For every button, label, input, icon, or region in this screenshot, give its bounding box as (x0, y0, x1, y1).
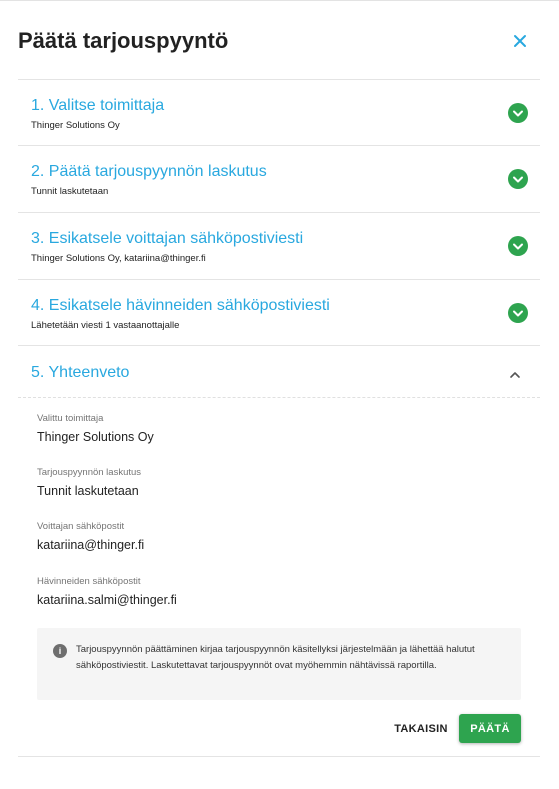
step-subtitle: Tunnit laskutetaan (31, 186, 109, 197)
dialog-header: Päätä tarjouspyyntö (18, 28, 541, 58)
wizard-steps: 1. Valitse toimittaja Thinger Solutions … (18, 79, 540, 346)
check-circle-icon (508, 169, 528, 189)
summary-divider (18, 397, 540, 398)
info-box: i Tarjouspyynnön päättäminen kirjaa tarj… (37, 628, 521, 700)
back-button[interactable]: TAKAISIN (389, 718, 453, 740)
field-value: Tunnit laskutetaan (37, 484, 139, 498)
info-text: Tarjouspyynnön päättäminen kirjaa tarjou… (76, 644, 475, 671)
step-subtitle: Thinger Solutions Oy, katariina@thinger.… (31, 253, 206, 264)
step-title: 5. Yhteenveto (31, 364, 130, 381)
step-title: 3. Esikatsele voittajan sähköpostiviesti (31, 230, 304, 247)
decide-button[interactable]: PÄÄTÄ (459, 714, 521, 743)
field-label: Valittu toimittaja (37, 413, 104, 424)
bottom-divider (18, 756, 540, 757)
summary-field-billing: Tarjouspyynnön laskutus Tunnit laskuteta… (37, 467, 517, 499)
step-title: 1. Valitse toimittaja (31, 97, 165, 114)
step-title: 2. Päätä tarjouspyynnön laskutus (31, 163, 267, 180)
step-select-supplier[interactable]: 1. Valitse toimittaja Thinger Solutions … (18, 79, 540, 145)
field-label: Voittajan sähköpostit (37, 521, 125, 532)
chevron-up-icon[interactable] (508, 367, 522, 378)
top-divider (0, 0, 559, 1)
step-title: 4. Esikatsele hävinneiden sähköpostivies… (31, 297, 330, 314)
field-label: Hävinneiden sähköpostit (37, 576, 141, 587)
summary-field-loser-emails: Hävinneiden sähköpostit katariina.salmi@… (37, 576, 517, 608)
field-value: katariina@thinger.fi (37, 538, 145, 552)
step-subtitle: Thinger Solutions Oy (31, 120, 120, 131)
field-value: katariina.salmi@thinger.fi (37, 593, 177, 607)
summary-field-winner-emails: Voittajan sähköpostit katariina@thinger.… (37, 521, 517, 553)
step-summary[interactable]: 5. Yhteenveto (18, 345, 540, 398)
close-icon[interactable] (509, 30, 531, 52)
step-billing[interactable]: 2. Päätä tarjouspyynnön laskutus Tunnit … (18, 145, 540, 212)
summary-field-supplier: Valittu toimittaja Thinger Solutions Oy (37, 413, 517, 445)
field-label: Tarjouspyynnön laskutus (37, 467, 142, 478)
check-circle-icon (508, 236, 528, 256)
check-circle-icon (508, 303, 528, 323)
step-subtitle: Lähetetään viesti 1 vastaanottajalle (31, 320, 180, 331)
step-losers-email[interactable]: 4. Esikatsele hävinneiden sähköpostivies… (18, 279, 540, 346)
field-value: Thinger Solutions Oy (37, 430, 154, 444)
check-circle-icon (508, 103, 528, 123)
dialog-title: Päätä tarjouspyyntö (18, 28, 229, 53)
step-winner-email[interactable]: 3. Esikatsele voittajan sähköpostiviesti… (18, 212, 540, 279)
info-icon: i (53, 644, 67, 658)
